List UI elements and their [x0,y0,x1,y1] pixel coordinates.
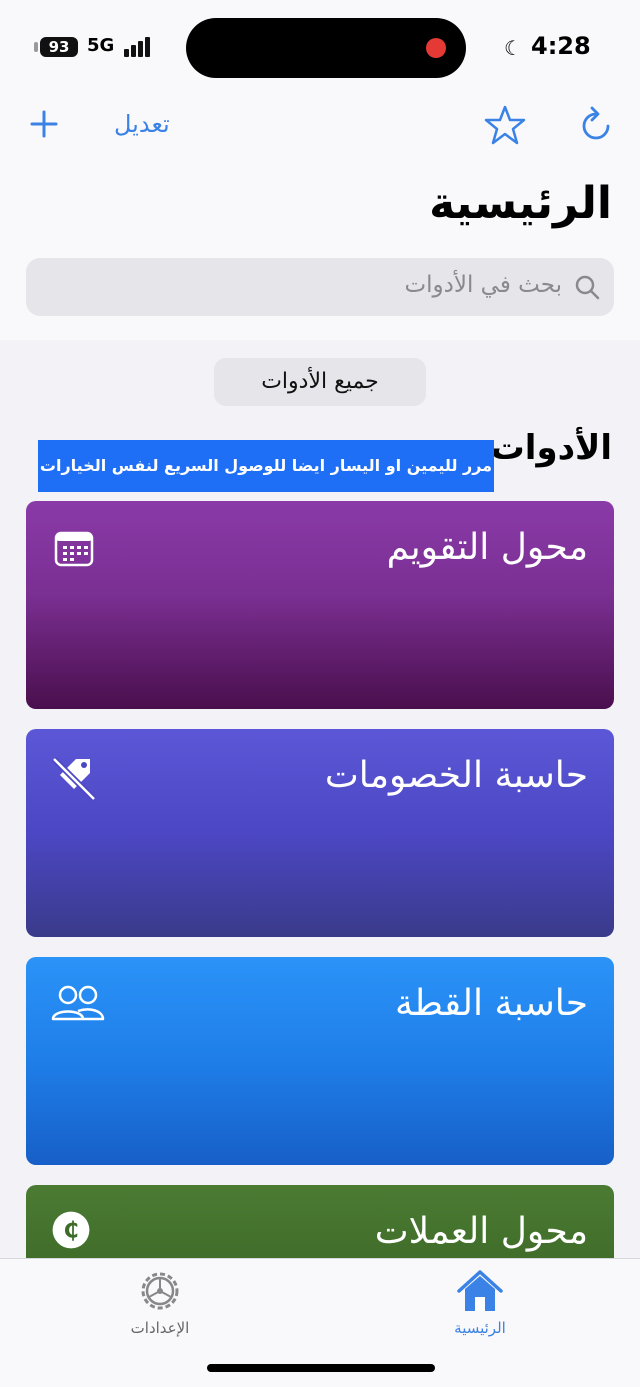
search-icon [575,275,600,300]
battery-indicator: 93 [40,37,78,57]
tab-label: الرئيسية [454,1319,506,1337]
dynamic-island [186,18,466,78]
all-tools-filter[interactable]: جميع الأدوات [214,358,426,406]
card-title: حاسبة الخصومات [324,755,588,796]
swipe-hint-banner: مرر لليمين او اليسار ايضا للوصول السريع … [38,440,494,492]
recording-indicator [426,38,446,58]
calendar-icon [54,531,94,567]
card-title: محول العملات [374,1211,588,1252]
tab-home[interactable]: الرئيسية [400,1259,560,1349]
search-placeholder: بحث في الأدوات [404,272,562,298]
edit-button[interactable]: تعديل [114,110,170,138]
status-time: 4:28 [531,32,591,60]
focus-moon-icon: ☾ [504,36,522,60]
section-title: الأدوات [490,428,612,468]
tool-card-calendar-converter[interactable]: محول التقويم [26,501,614,709]
home-icon [457,1270,503,1311]
refresh-button[interactable] [578,106,614,144]
status-bar: 93 5G ☾ 4:28 [0,0,640,90]
home-indicator [207,1364,435,1372]
tab-settings[interactable]: الإعدادات [80,1259,240,1349]
signal-icon [124,37,156,57]
network-type: 5G [87,35,115,56]
people-icon [51,985,105,1021]
svg-text:₵: ₵ [63,1218,78,1243]
gear-icon [141,1272,179,1310]
battery-tip [34,42,38,52]
currency-icon: ₵ [52,1211,90,1249]
tool-card-split-calculator[interactable]: حاسبة القطة [26,957,614,1165]
tool-card-discount-calculator[interactable]: حاسبة الخصومات [26,729,614,937]
card-title: حاسبة القطة [394,983,588,1024]
add-button[interactable] [28,106,60,142]
tag-slash-icon [51,756,97,802]
star-icon [484,105,526,145]
plus-icon [30,110,58,138]
search-field[interactable]: بحث في الأدوات [26,258,614,316]
card-title: محول التقويم [386,527,588,568]
tab-label: الإعدادات [130,1319,190,1337]
page-title: الرئيسية [429,178,612,229]
refresh-icon [582,106,610,140]
favorites-button[interactable] [484,104,526,146]
